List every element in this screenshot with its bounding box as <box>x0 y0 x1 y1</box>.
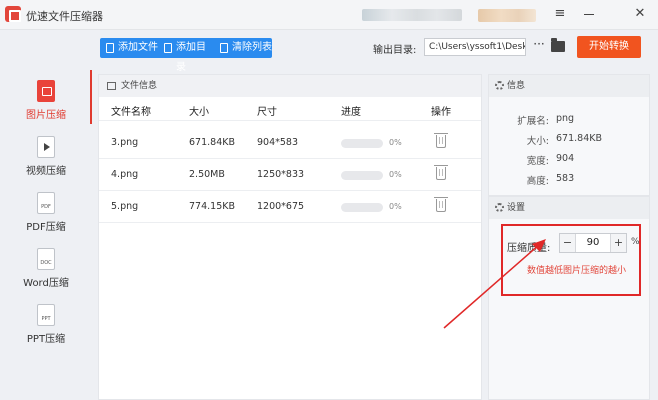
progress-text: 0% <box>389 138 402 147</box>
width-value: 904 <box>556 153 575 164</box>
output-path-field[interactable]: C:\Users\yssoft1\Deskt <box>424 38 526 56</box>
file-icon <box>106 43 114 53</box>
table-header: 文件名称 大小 尺寸 进度 操作 <box>99 97 481 121</box>
sidebar-item-pdf[interactable]: PDF PDF压缩 <box>0 192 92 246</box>
doc-tag: DOC <box>40 260 52 266</box>
height-key: 高度: <box>526 176 549 187</box>
size-value: 671.84KB <box>556 133 602 144</box>
file-size: 2.50MB <box>189 169 225 180</box>
progress-text: 0% <box>389 170 402 179</box>
sidebar-item-label: Word压缩 <box>23 278 69 289</box>
menu-icon[interactable]: ≡ <box>552 6 568 22</box>
output-dir-label: 输出目录: <box>373 45 417 56</box>
minimize-icon[interactable] <box>581 6 597 22</box>
col-dims: 尺寸 <box>257 107 277 118</box>
sidebar-item-ppt[interactable]: PPT PPT压缩 <box>0 304 92 358</box>
settings-panel-title: 设置 <box>507 203 526 213</box>
table-row[interactable]: 5.png 774.15KB 1200*675 0% <box>99 191 481 223</box>
progress-bar <box>341 203 383 212</box>
progress-bar <box>341 171 383 180</box>
blurred-user-info <box>362 9 462 21</box>
pdf-doc-icon: PDF <box>37 192 55 214</box>
file-dims: 1250*833 <box>257 169 305 180</box>
ppt-tag: PPT <box>41 316 51 322</box>
clear-list-label: 清除列表 <box>232 42 272 53</box>
file-dims: 1200*675 <box>257 201 305 212</box>
folder-icon <box>164 43 172 53</box>
blurred-account-info <box>478 9 536 22</box>
gear-icon <box>495 203 504 212</box>
ext-key: 扩展名: <box>517 116 549 127</box>
file-size: 774.15KB <box>189 201 235 212</box>
video-doc-icon <box>37 136 55 158</box>
trash-icon <box>220 43 228 53</box>
col-progress: 进度 <box>341 107 361 118</box>
open-folder-icon[interactable] <box>551 38 565 52</box>
add-file-button[interactable]: 添加文件 <box>100 38 158 58</box>
file-name: 3.png <box>111 137 139 148</box>
info-panel-title: 信息 <box>507 81 526 91</box>
sidebar-item-video[interactable]: 视频压缩 <box>0 136 92 190</box>
progress-text: 0% <box>389 202 402 211</box>
pdf-tag: PDF <box>41 204 51 210</box>
info-panel-header: 信息 <box>489 75 649 97</box>
app-title: 优速文件压缩器 <box>26 10 103 23</box>
title-bar: 优速文件压缩器 ≡ ✕ <box>0 0 658 30</box>
gear-icon <box>495 81 504 90</box>
file-name: 4.png <box>111 169 139 180</box>
sidebar-item-image[interactable]: 图片压缩 <box>0 80 92 134</box>
file-panel-title: 文件信息 <box>121 81 158 91</box>
size-key: 大小: <box>526 136 549 147</box>
add-directory-button[interactable]: 添加目录 <box>158 38 214 73</box>
ext-value: png <box>556 113 575 124</box>
image-icon <box>107 82 116 90</box>
progress-bar <box>341 139 383 148</box>
image-doc-icon <box>37 80 55 102</box>
col-actions: 操作 <box>431 107 451 118</box>
word-doc-icon: DOC <box>37 248 55 270</box>
col-size: 大小 <box>189 107 209 118</box>
file-list-panel: 文件信息 文件名称 大小 尺寸 进度 操作 3.png 671.84KB 904… <box>98 74 482 400</box>
sidebar-item-label: 视频压缩 <box>26 166 66 177</box>
sidebar: 图片压缩 视频压缩 PDF PDF压缩 DOC Word压缩 PPT PPT压缩 <box>0 66 92 400</box>
app-logo-icon <box>5 6 21 22</box>
annotation-arrow <box>443 239 546 329</box>
delete-icon[interactable] <box>434 197 448 212</box>
more-options-button[interactable]: ··· <box>532 38 546 53</box>
file-name: 5.png <box>111 201 139 212</box>
file-panel-header: 文件信息 <box>99 75 481 97</box>
file-dims: 904*583 <box>257 137 299 148</box>
sidebar-item-label: 图片压缩 <box>26 110 66 121</box>
toolbar: 添加文件 添加目录 清除列表 输出目录: C:\Users\yssoft1\De… <box>98 30 658 73</box>
add-file-label: 添加文件 <box>118 42 158 53</box>
delete-icon[interactable] <box>434 133 448 148</box>
add-directory-label: 添加目录 <box>176 42 206 73</box>
clear-list-button[interactable]: 清除列表 <box>214 38 272 58</box>
sidebar-item-word[interactable]: DOC Word压缩 <box>0 248 92 302</box>
close-icon[interactable]: ✕ <box>632 6 648 22</box>
col-name: 文件名称 <box>111 107 151 118</box>
start-convert-button[interactable]: 开始转换 <box>577 36 641 58</box>
table-row[interactable]: 3.png 671.84KB 904*583 0% <box>99 127 481 159</box>
sidebar-item-label: PPT压缩 <box>26 334 66 345</box>
ppt-doc-icon: PPT <box>37 304 55 326</box>
height-value: 583 <box>556 173 575 184</box>
delete-icon[interactable] <box>434 165 448 180</box>
settings-panel-header: 设置 <box>489 197 649 219</box>
table-row[interactable]: 4.png 2.50MB 1250*833 0% <box>99 159 481 191</box>
sidebar-item-label: PDF压缩 <box>26 222 66 233</box>
width-key: 宽度: <box>526 156 549 167</box>
file-size: 671.84KB <box>189 137 235 148</box>
info-panel: 信息 扩展名: png 大小: 671.84KB 宽度: 904 高度: 583 <box>488 74 650 196</box>
